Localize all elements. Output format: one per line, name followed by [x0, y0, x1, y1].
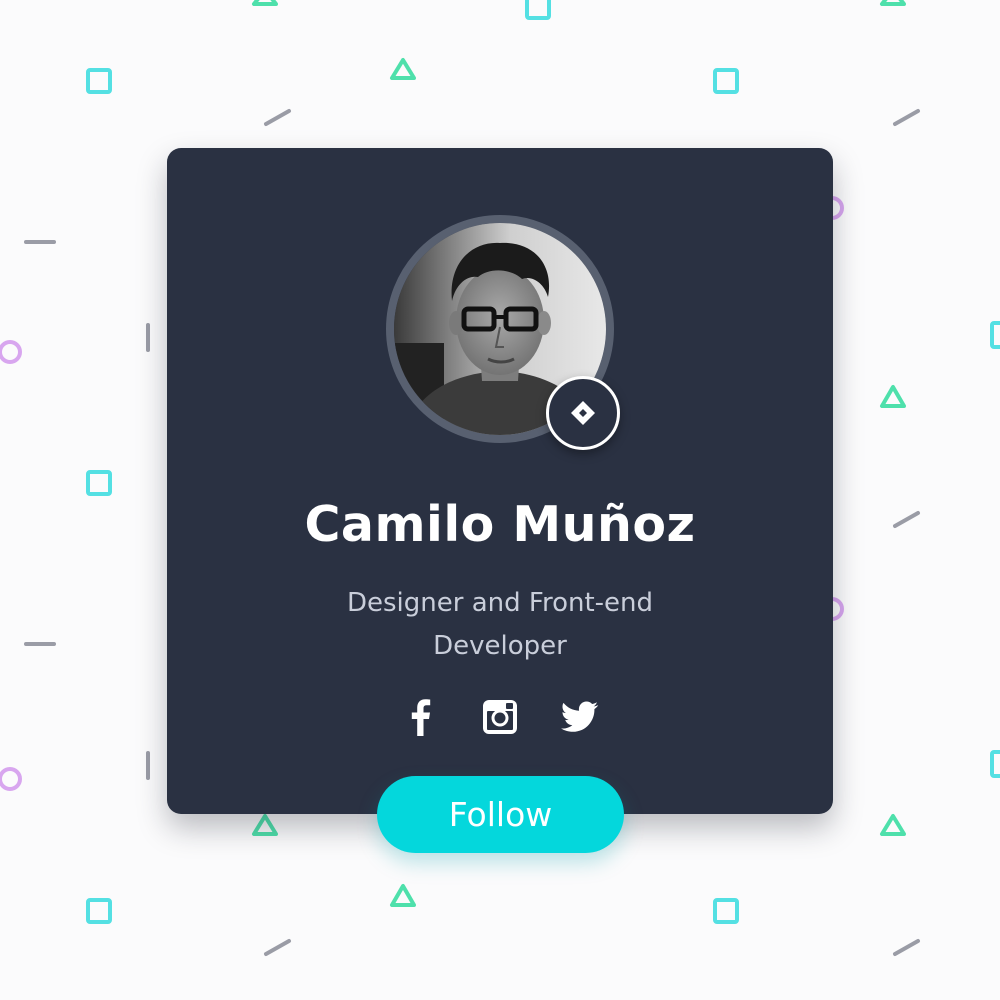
bg-square-shape [713, 68, 739, 94]
follow-button[interactable]: Follow [377, 776, 624, 853]
diamond-icon [571, 401, 595, 425]
badge-button[interactable] [546, 376, 620, 450]
twitter-icon [561, 701, 599, 732]
bg-dash-shape [893, 511, 920, 528]
bg-triangle-shape [880, 0, 906, 6]
bg-triangle-shape [390, 58, 416, 80]
profile-role: Designer and Front-end Developer [346, 588, 654, 661]
bg-square-shape [86, 68, 112, 94]
bg-triangle-shape [252, 0, 278, 6]
bg-triangle-shape [390, 884, 416, 907]
bg-square-shape [525, 0, 551, 20]
profile-name: Camilo Muñoz [304, 496, 696, 553]
bg-square-shape [713, 898, 739, 924]
bg-circle-shape [0, 340, 22, 364]
bg-square-shape [990, 321, 1000, 349]
bg-square-shape [990, 750, 1000, 778]
bg-triangle-shape [880, 385, 906, 408]
facebook-link[interactable] [401, 696, 439, 738]
instagram-link[interactable] [481, 696, 519, 738]
bg-square-shape [86, 898, 112, 924]
bg-circle-shape [0, 767, 22, 791]
bg-dash-shape [264, 109, 291, 126]
bg-triangle-shape [252, 814, 278, 836]
bg-dash-shape [893, 939, 920, 956]
bg-square-shape [86, 470, 112, 496]
facebook-icon [411, 699, 431, 736]
profile-card: Camilo Muñoz Designer and Front-end Deve… [167, 148, 833, 814]
twitter-link[interactable] [561, 696, 599, 738]
social-links [167, 696, 833, 738]
bg-dash-shape [264, 939, 291, 956]
bg-triangle-shape [880, 814, 906, 836]
instagram-icon [483, 700, 517, 734]
bg-dash-shape [893, 109, 920, 126]
